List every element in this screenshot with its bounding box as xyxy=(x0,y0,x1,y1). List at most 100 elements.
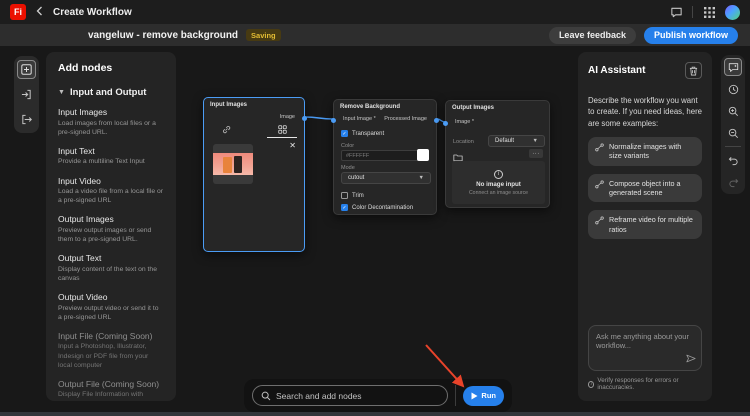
tab-url[interactable] xyxy=(211,125,241,138)
color-swatch[interactable] xyxy=(417,149,429,161)
node-item-input-text[interactable]: Input Text Provide a multiline Text Inpu… xyxy=(58,146,164,167)
bottom-bar-divider xyxy=(455,385,457,406)
node-item-output-text[interactable]: Output Text Display content of the text … xyxy=(58,253,164,283)
ai-assistant-panel: AI Assistant Describe the workflow you w… xyxy=(578,52,712,401)
empty-state: i No image input Connect an image source xyxy=(452,161,545,204)
redo-icon[interactable] xyxy=(724,173,742,191)
node-title: Output Images xyxy=(452,105,495,111)
empty-state-subtitle: Connect an image source xyxy=(468,189,529,196)
export-icon[interactable] xyxy=(17,110,36,129)
search-input[interactable] xyxy=(276,390,440,401)
send-icon[interactable] xyxy=(686,351,696,366)
window-bottom-strip xyxy=(0,412,750,416)
transparent-checkbox[interactable]: ✓ xyxy=(341,130,348,137)
toolbar-divider xyxy=(725,146,741,147)
back-icon[interactable] xyxy=(36,6,43,18)
topbar-divider xyxy=(692,6,693,18)
canvas-area[interactable]: Add nodes ▼ Input and Output Input Image… xyxy=(0,46,750,416)
page-title: Create Workflow xyxy=(53,6,132,18)
color-decontamination-checkbox[interactable]: ✓ xyxy=(341,204,348,211)
trash-icon[interactable] xyxy=(685,62,702,79)
workflow-icon xyxy=(595,180,604,188)
grid-icon xyxy=(277,125,287,134)
trim-checkbox[interactable] xyxy=(341,192,348,199)
section-input-output[interactable]: ▼ Input and Output xyxy=(58,87,164,98)
node-item-output-images[interactable]: Output Images Preview output images or s… xyxy=(58,214,164,244)
apps-grid-icon[interactable] xyxy=(701,4,717,20)
node-title: Remove Background xyxy=(340,104,401,110)
add-node-tool-button[interactable] xyxy=(17,60,36,79)
color-decontamination-label: Color Decontamination xyxy=(352,204,414,211)
run-button[interactable]: Run xyxy=(463,385,504,406)
info-icon: i xyxy=(588,380,595,388)
chevron-down-icon: ▼ xyxy=(532,138,538,144)
workflow-name: vangeluw - remove background xyxy=(88,29,239,41)
saving-badge: Saving xyxy=(246,29,281,41)
node-item-input-video[interactable]: Input Video Load a video file from a loc… xyxy=(58,176,164,206)
ai-chat-inputbox[interactable] xyxy=(588,325,702,371)
chevron-down-icon: ▼ xyxy=(58,89,65,96)
output-port[interactable] xyxy=(302,115,307,121)
add-nodes-title: Add nodes xyxy=(58,62,113,74)
ai-footer-note: i Verify responses for errors or inaccur… xyxy=(588,377,702,391)
trim-label: Trim xyxy=(352,192,364,199)
zoom-out-icon[interactable] xyxy=(724,124,742,142)
location-label: Location xyxy=(453,139,474,145)
location-select[interactable]: Default ▼ xyxy=(488,135,545,147)
leave-feedback-button[interactable]: Leave feedback xyxy=(548,26,636,44)
mode-label: Mode xyxy=(341,165,355,171)
zoom-in-icon[interactable] xyxy=(724,102,742,120)
output-port[interactable] xyxy=(434,117,439,123)
search-icon xyxy=(261,391,271,400)
output-images-node[interactable]: Output Images Image * Location Default ▼… xyxy=(443,100,550,208)
node-title: Input Images xyxy=(210,102,248,108)
node-item-output-file: Output File (Coming Soon) Display File I… xyxy=(58,378,160,401)
bottom-action-bar: Run xyxy=(244,379,512,412)
output-port-label: Image xyxy=(279,114,295,120)
image-thumbnail[interactable] xyxy=(213,144,253,184)
ai-chat-input[interactable] xyxy=(589,326,701,370)
workflow-icon xyxy=(595,216,604,225)
info-icon: i xyxy=(494,169,503,179)
remove-background-node[interactable]: Remove Background Input Image * Processe… xyxy=(331,99,439,215)
chevron-down-icon: ▼ xyxy=(418,175,424,181)
import-icon[interactable] xyxy=(17,85,36,104)
close-icon[interactable]: ✕ xyxy=(289,142,296,150)
input-port-label: Image * xyxy=(455,119,474,125)
play-icon xyxy=(471,392,478,399)
ai-assistant-toggle-icon[interactable] xyxy=(724,58,742,76)
node-item-input-images[interactable]: Input Images Load images from local file… xyxy=(58,107,164,137)
empty-state-title: No image input xyxy=(476,180,521,188)
suggestion-chip-compose[interactable]: Compose object into a generated scene xyxy=(588,173,702,203)
firefly-logo[interactable]: Fi xyxy=(10,4,26,20)
mode-select[interactable]: cutout ▼ xyxy=(341,172,431,184)
color-input[interactable]: #FFFFFF xyxy=(341,150,419,161)
tab-gallery[interactable] xyxy=(267,125,297,138)
view-toolbar xyxy=(721,55,745,194)
ai-description: Describe the workflow you want to create… xyxy=(588,96,702,128)
history-icon[interactable] xyxy=(724,80,742,98)
workflow-header: vangeluw - remove background Saving Leav… xyxy=(0,24,750,46)
top-bar: Fi Create Workflow xyxy=(0,0,750,24)
input-port[interactable] xyxy=(443,120,448,126)
publish-workflow-button[interactable]: Publish workflow xyxy=(643,26,738,44)
header-actions: Leave feedback Publish workflow xyxy=(548,26,738,44)
node-item-output-video[interactable]: Output Video Preview output video or sen… xyxy=(58,292,164,322)
ai-assistant-title: AI Assistant xyxy=(588,65,646,76)
topbar-actions xyxy=(668,4,740,20)
avatar[interactable] xyxy=(725,4,740,20)
input-tabs xyxy=(204,125,304,138)
link-icon xyxy=(222,126,230,134)
workflow-icon xyxy=(595,143,604,152)
more-options-button[interactable]: ··· xyxy=(529,149,543,158)
input-images-node[interactable]: Input Images Image ✕ xyxy=(203,97,307,252)
color-label: Color xyxy=(341,143,355,149)
suggestion-chip-normalize[interactable]: Normalize images with size variants xyxy=(588,136,702,166)
feedback-bubble-icon[interactable] xyxy=(668,4,684,20)
node-search[interactable] xyxy=(252,385,449,406)
input-port[interactable] xyxy=(331,117,336,123)
undo-icon[interactable] xyxy=(724,151,742,169)
suggestion-chip-reframe[interactable]: Reframe video for multiple ratios xyxy=(588,210,702,240)
output-port-label: Processed Image xyxy=(384,116,427,122)
canvas-toolbar xyxy=(14,56,39,133)
